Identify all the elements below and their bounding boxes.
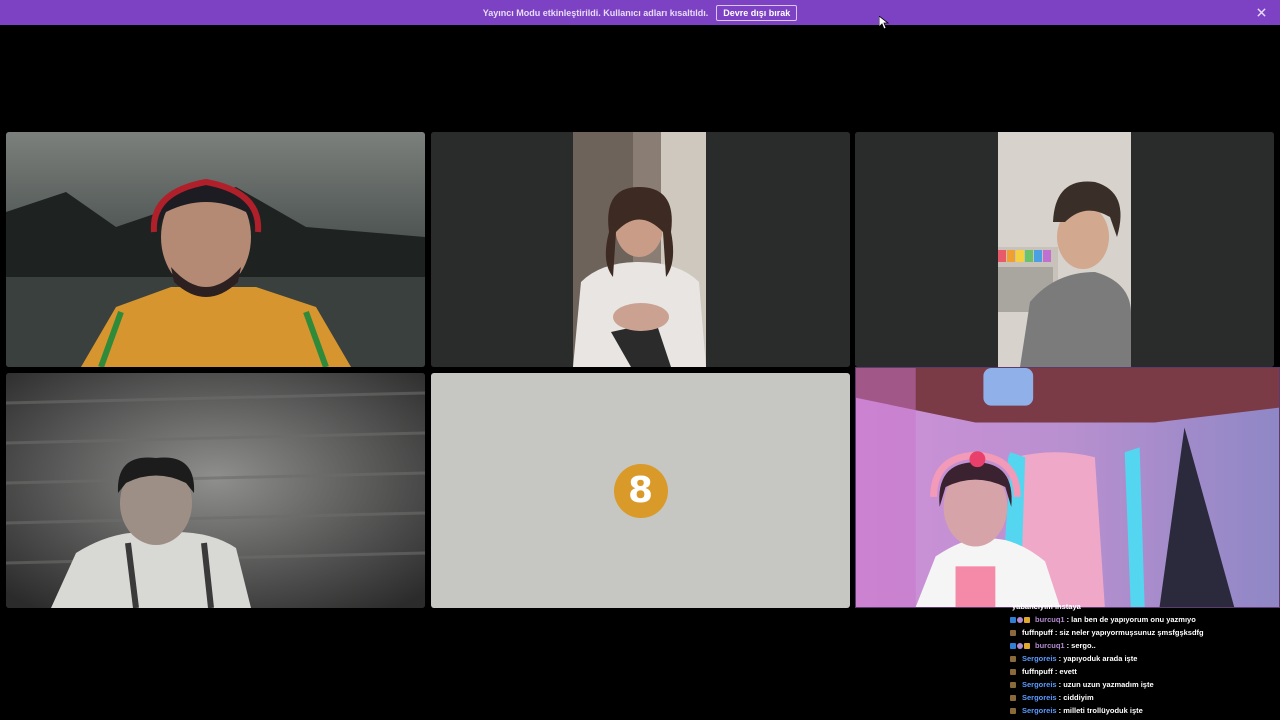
chat-text: : yapıyoduk arada işte: [1058, 654, 1138, 663]
chat-text: : ciddiyim: [1058, 693, 1094, 702]
chat-badges: [1010, 694, 1021, 701]
chat-username[interactable]: Sergoreis: [1022, 654, 1057, 663]
chat-username[interactable]: fuffnpuff: [1022, 667, 1053, 676]
chat-text: : siz neler yapıyormuşsunuz şmsfgşksdfg: [1054, 628, 1204, 637]
chat-badges: [1010, 642, 1034, 649]
vip-badge-icon: [1010, 616, 1016, 623]
chat-username[interactable]: Sergoreis: [1022, 706, 1057, 715]
chat-username[interactable]: fuffnpuff: [1022, 628, 1053, 637]
chat-message: burcuq1: sergo..: [1010, 639, 1280, 652]
sub-badge-icon: [1010, 694, 1016, 701]
chat-badges: [1010, 616, 1034, 623]
chat-message: Sergoreis: uzun uzun yazmadım işte: [1010, 678, 1280, 691]
sub-badge-icon: [1010, 668, 1016, 675]
close-icon[interactable]: [1254, 5, 1268, 19]
video-tile-participant-4[interactable]: [6, 373, 425, 608]
chat-overlay: yabancıyım instaya burcuq1: lan ben de y…: [1010, 602, 1280, 717]
vip-badge-icon: [1010, 642, 1016, 649]
streamer-mode-banner: Yayıncı Modu etkinleştirildi. Kullanıcı …: [0, 0, 1280, 25]
sub-badge-icon: [1010, 629, 1016, 636]
chat-text: : evett: [1054, 667, 1077, 676]
sub-badge-icon: [1010, 655, 1016, 662]
chat-message: Sergoreis: milleti trollüyoduk işte: [1010, 704, 1280, 717]
chat-message: Sergoreis: yapıyoduk arada işte: [1010, 652, 1280, 665]
gift-badge-icon: [1024, 642, 1030, 649]
chat-badges: [1010, 707, 1021, 714]
chat-badges: [1010, 668, 1021, 675]
mouse-cursor-icon: [879, 16, 889, 30]
chat-username[interactable]: burcuq1: [1035, 615, 1065, 624]
chat-badges: [1010, 629, 1021, 636]
video-tile-participant-3[interactable]: [855, 132, 1274, 367]
chat-username[interactable]: burcuq1: [1035, 641, 1065, 650]
chat-badges: [1010, 655, 1021, 662]
chat-text: : uzun uzun yazmadım işte: [1058, 680, 1154, 689]
video-tile-participant-6[interactable]: [855, 367, 1280, 608]
streamer-mode-message: Yayıncı Modu etkinleştirildi. Kullanıcı …: [482, 7, 709, 18]
avatar-tile-participant-5[interactable]: 8: [431, 373, 850, 608]
video-tile-participant-1[interactable]: [6, 132, 425, 367]
chat-message: Sergoreis: ciddiyim: [1010, 691, 1280, 704]
chat-badges: [1010, 681, 1021, 688]
gift-badge-icon: [1024, 616, 1030, 623]
sub-badge-icon: [1010, 681, 1016, 688]
chat-message: fuffnpuff: evett: [1010, 665, 1280, 678]
video-tile-participant-2[interactable]: [431, 132, 850, 367]
sub-badge-icon: [1010, 707, 1016, 714]
chat-message: burcuq1: lan ben de yapıyorum onu yazmıy…: [1010, 613, 1280, 626]
chat-text: : sergo..: [1066, 641, 1096, 650]
chat-username[interactable]: Sergoreis: [1022, 693, 1057, 702]
chat-message-partial: yabancıyım instaya: [1012, 602, 1081, 611]
chat-username[interactable]: Sergoreis: [1022, 680, 1057, 689]
participant-avatar: 8: [613, 463, 668, 518]
mod-badge-icon: [1017, 642, 1023, 649]
disable-streamer-mode-button[interactable]: Devre dışı bırak: [716, 4, 798, 21]
mod-badge-icon: [1017, 616, 1023, 623]
chat-text: : lan ben de yapıyorum onu yazmıyo: [1066, 615, 1196, 624]
chat-text: : milleti trollüyoduk işte: [1058, 706, 1143, 715]
chat-message: fuffnpuff: siz neler yapıyormuşsunuz şms…: [1010, 626, 1280, 639]
